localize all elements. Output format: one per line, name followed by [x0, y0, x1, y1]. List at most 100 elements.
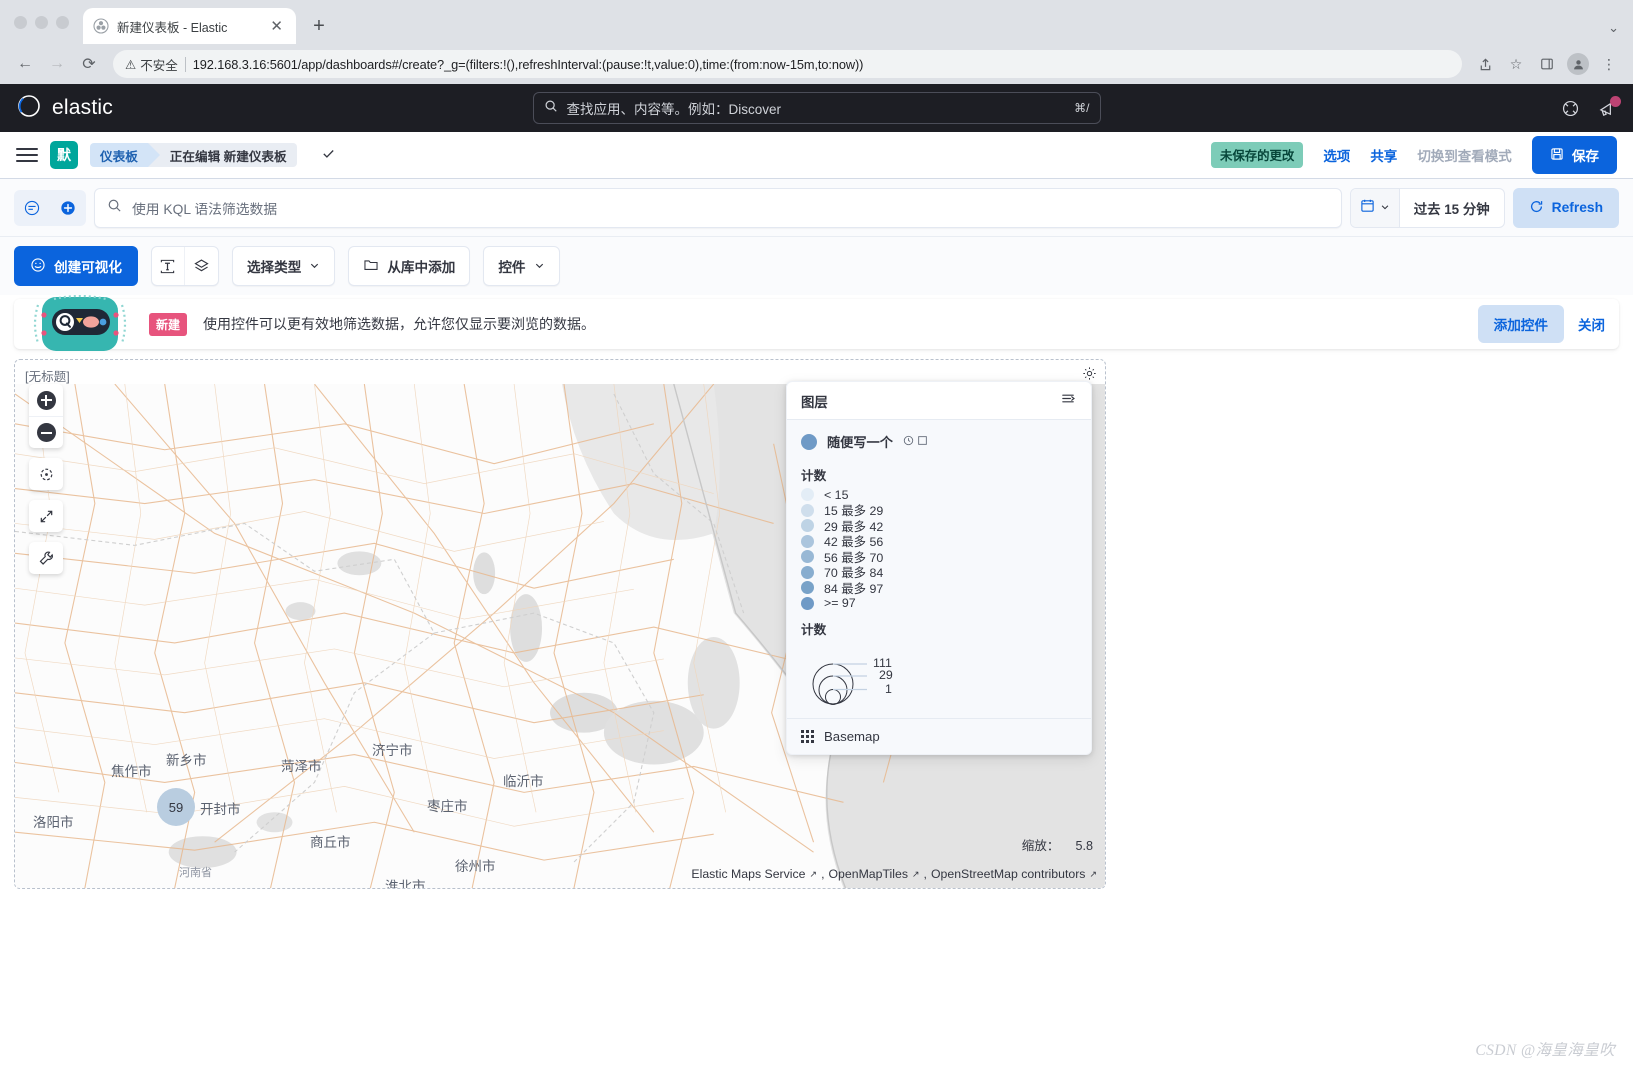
ramp-swatch — [801, 534, 814, 548]
new-tab-button[interactable]: + — [304, 11, 334, 41]
callout-message: 使用控件可以更有效地筛选数据，允许您仅显示要浏览的数据。 — [203, 316, 596, 332]
refresh-button[interactable]: Refresh — [1512, 187, 1619, 228]
map-city-label: 枣庄市 — [427, 799, 468, 814]
save-button[interactable]: 保存 — [1531, 136, 1617, 174]
sidepanel-icon[interactable] — [1533, 50, 1561, 78]
bookmark-star-icon[interactable]: ☆ — [1502, 50, 1530, 78]
kebab-menu-icon[interactable]: ⋮ — [1595, 50, 1623, 78]
search-icon — [107, 198, 122, 218]
maximize-window-button[interactable] — [56, 15, 69, 29]
map-city-label: 商丘市 — [310, 835, 351, 850]
color-ramp-stop: >= 97 — [801, 596, 1077, 612]
url-bar[interactable]: ⚠ 不安全 192.168.3.16:5601/app/dashboards#/… — [113, 50, 1462, 78]
zoom-out-button[interactable] — [29, 416, 63, 448]
megaphone-icon[interactable] — [1598, 95, 1621, 118]
legend-basemap-row[interactable]: Basemap — [787, 718, 1091, 754]
external-link-icon: ↗ — [809, 868, 818, 879]
list-collapse-icon[interactable] — [1060, 390, 1077, 412]
minimize-window-button[interactable] — [35, 15, 48, 29]
dashboard-toolbar: 创建可视化 选择类型 从库中添加 控件 — [0, 237, 1633, 295]
time-range-label[interactable]: 过去 15 分钟 — [1400, 198, 1504, 218]
kql-placeholder: 使用 KQL 语法筛选数据 — [132, 201, 278, 217]
controls-button[interactable]: 控件 — [483, 246, 560, 286]
map-city-label: 济宁市 — [372, 743, 413, 758]
attribution-link[interactable]: OpenStreetMap contributors — [931, 867, 1085, 881]
add-controls-button[interactable]: 添加控件 — [1477, 305, 1564, 343]
hamburger-menu-icon[interactable] — [16, 148, 38, 162]
close-icon[interactable]: ✕ — [267, 19, 286, 34]
forward-arrow-icon[interactable]: → — [42, 49, 72, 79]
calendar-quick-select[interactable] — [1350, 188, 1400, 227]
map-legend-panel[interactable]: 图层 随便写一个 计数 < 15 15 最多 29 29 最多 42 42 最多… — [786, 381, 1092, 755]
reload-icon[interactable]: ⟳ — [74, 49, 104, 79]
chevron-down-icon[interactable]: ⌄ — [1608, 20, 1619, 36]
ramp-label: >= 97 — [824, 596, 856, 611]
map-zoom-readout: 缩放： 5.8 — [1022, 835, 1093, 854]
notification-badge — [1610, 95, 1621, 107]
color-ramp-stop: 70 最多 84 — [801, 565, 1077, 580]
create-visualization-label: 创建可视化 — [54, 260, 122, 275]
browser-tab[interactable]: 新建仪表板 - Elastic ✕ — [83, 8, 296, 44]
folder-icon — [363, 257, 379, 276]
breadcrumb: 仪表板 正在编辑 新建仪表板 — [90, 143, 297, 167]
legend-header: 图层 — [787, 382, 1091, 420]
check-icon[interactable] — [321, 146, 336, 165]
help-circle-icon[interactable] — [1561, 99, 1580, 118]
color-ramp-stop: < 15 — [801, 487, 1077, 503]
size-ramp-diagram: 111 29 1 — [805, 644, 1077, 706]
size-ramp-heading: 计数 — [801, 623, 827, 637]
kql-search-input[interactable]: 使用 KQL 语法筛选数据 — [94, 187, 1342, 228]
omnibox-bar: ← → ⟳ ⚠ 不安全 192.168.3.16:5601/app/dashbo… — [0, 44, 1633, 84]
create-visualization-button[interactable]: 创建可视化 — [14, 246, 138, 286]
select-type-button[interactable]: 选择类型 — [231, 246, 336, 286]
refresh-label: Refresh — [1551, 200, 1603, 215]
color-ramp-stop: 15 最多 29 — [801, 503, 1077, 518]
map-city-label: 淮北市 — [385, 879, 426, 888]
color-ramp-stop: 42 最多 56 — [801, 534, 1077, 549]
search-icon — [544, 99, 558, 118]
search-shortcut-hint: ⌘/ — [1074, 101, 1090, 115]
floppy-disk-icon — [1550, 147, 1564, 164]
options-button[interactable]: 选项 — [1323, 145, 1350, 165]
tools-control-group — [29, 542, 63, 574]
layer-name: 随便写一个 — [827, 435, 893, 450]
legend-title: 图层 — [801, 394, 828, 410]
attribution-link[interactable]: OpenMapTiles — [828, 867, 908, 881]
layer-color-swatch — [801, 433, 817, 450]
zoom-in-button[interactable] — [29, 384, 63, 416]
locate-button[interactable] — [29, 458, 63, 490]
zoom-control-group — [29, 384, 63, 448]
elastic-logo[interactable]: elastic — [16, 93, 113, 124]
add-circle-icon[interactable] — [50, 189, 86, 226]
share-icon[interactable] — [1471, 50, 1499, 78]
profile-avatar-icon[interactable] — [1564, 50, 1592, 78]
new-badge: 新建 — [149, 312, 188, 336]
callout-actions: 添加控件 关闭 — [1477, 305, 1605, 343]
space-badge[interactable]: 默 — [50, 141, 78, 169]
dismiss-callout-button[interactable]: 关闭 — [1578, 314, 1605, 334]
date-picker[interactable]: 过去 15 分钟 — [1349, 187, 1505, 228]
size-ramp-value: 1 — [885, 682, 892, 696]
tools-button[interactable] — [29, 542, 63, 574]
filter-list-icon[interactable] — [14, 189, 50, 226]
breadcrumb-dashboards[interactable]: 仪表板 — [90, 143, 160, 167]
breadcrumb-editing[interactable]: 正在编辑 新建仪表板 — [147, 143, 297, 167]
cluster-marker[interactable]: 59 — [157, 788, 195, 826]
add-from-library-button[interactable]: 从库中添加 — [348, 246, 471, 286]
close-window-button[interactable] — [14, 15, 27, 29]
map-city-label: 菏泽市 — [281, 759, 322, 774]
text-box-icon[interactable] — [152, 247, 185, 285]
share-button[interactable]: 共享 — [1370, 145, 1397, 165]
fullscreen-button[interactable] — [29, 500, 63, 532]
site-security-indicator[interactable]: ⚠ 不安全 — [125, 55, 178, 74]
window-traffic-lights[interactable] — [14, 0, 83, 44]
zoom-value: 5.8 — [1075, 839, 1093, 853]
back-arrow-icon[interactable]: ← — [10, 49, 40, 79]
calendar-icon — [1360, 198, 1375, 218]
global-search-input[interactable]: 查找应用、内容等。例如：Discover ⌘/ — [532, 92, 1101, 124]
switch-view-mode-button[interactable]: 切换到查看模式 — [1417, 145, 1512, 165]
attribution-link[interactable]: Elastic Maps Service — [691, 867, 805, 881]
tab-title: 新建仪表板 - Elastic — [117, 20, 228, 35]
legend-layer-row[interactable]: 随便写一个 — [801, 432, 1077, 451]
maps-layers-icon[interactable] — [185, 247, 218, 285]
